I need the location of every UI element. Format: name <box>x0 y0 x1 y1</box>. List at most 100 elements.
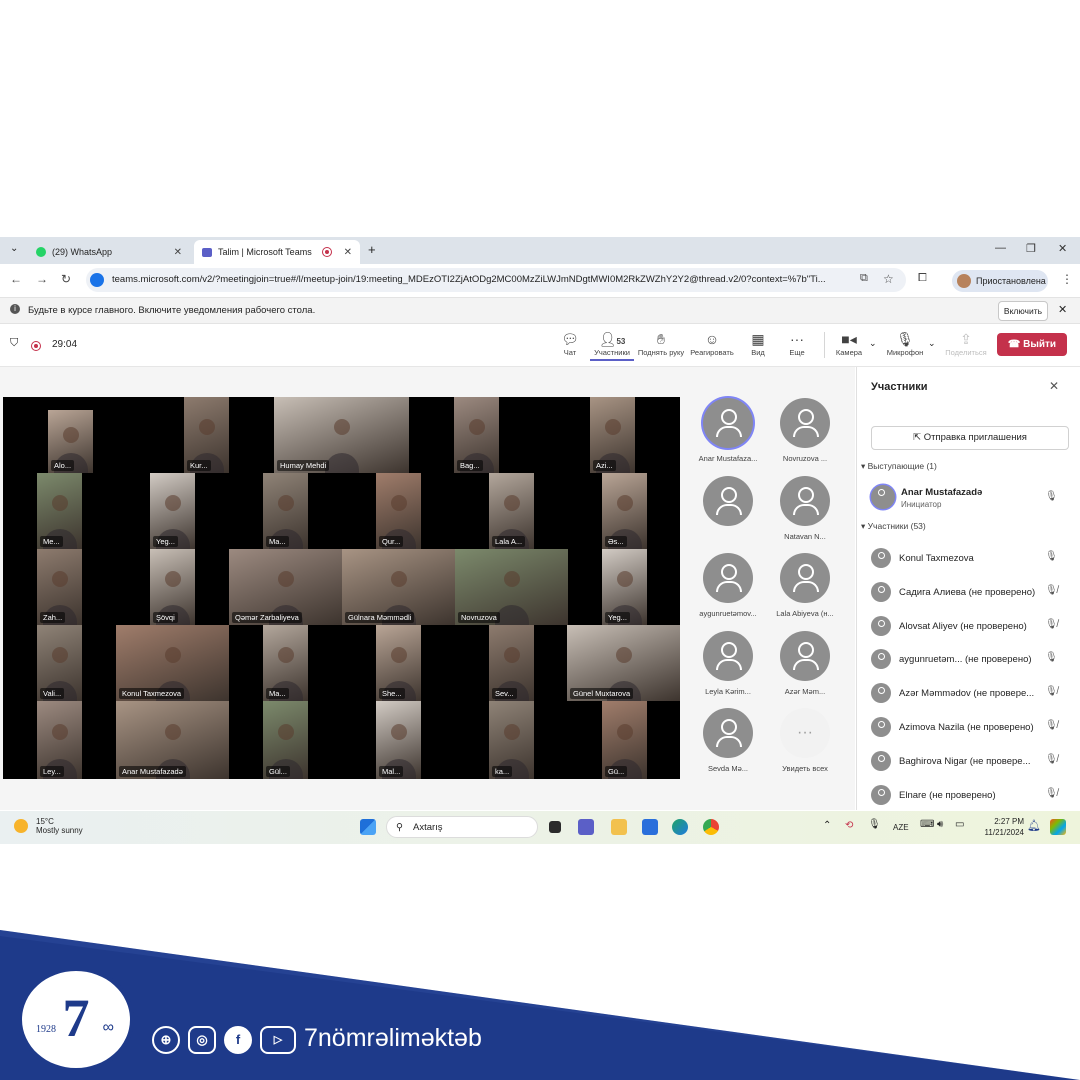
participants-button[interactable]: 👤︎53 Участники <box>590 331 634 361</box>
close-tab-icon[interactable]: ✕ <box>174 247 182 258</box>
close-panel-icon[interactable]: ✕ <box>1049 379 1059 393</box>
edge-icon[interactable] <box>672 819 688 835</box>
leave-button[interactable]: ☎︎ Выйти <box>997 333 1067 356</box>
video-tile[interactable]: Me... <box>37 473 82 549</box>
restore-icon[interactable]: ❐ <box>1026 242 1036 255</box>
url-field[interactable]: teams.microsoft.com/v2/?meetingjoin=true… <box>86 268 906 292</box>
notification-bell-icon[interactable]: 🔔︎ <box>1027 819 1041 832</box>
video-tile[interactable]: Alo... <box>48 410 93 473</box>
mic-options-chevron-icon[interactable]: ⌄ <box>928 338 936 349</box>
chrome-icon[interactable] <box>703 819 719 835</box>
avatar-tile[interactable]: Azər Məm... <box>768 631 842 696</box>
video-tile[interactable]: Gü... <box>602 701 647 779</box>
store-icon[interactable] <box>642 819 658 835</box>
reload-icon[interactable]: ↻ <box>61 272 71 286</box>
react-button[interactable]: ☺ Реагировать <box>690 331 734 357</box>
chat-button[interactable]: 💬︎ Чат <box>548 331 592 357</box>
tab-list-chevron-icon[interactable]: ⌄ <box>10 243 18 254</box>
site-info-icon[interactable] <box>90 273 104 287</box>
battery-icon[interactable]: ▭ <box>955 819 964 830</box>
avatar-tile[interactable]: aygunruetəmov... <box>691 553 765 618</box>
avatar-tile[interactable]: Anar Mustafaza... <box>691 398 765 463</box>
install-app-icon[interactable]: ⧉ <box>860 272 868 285</box>
bookmark-star-icon[interactable]: ☆ <box>883 272 894 286</box>
presenter-row[interactable]: Anar Mustafazadə Инициатор 🎙︎ <box>871 485 1071 515</box>
video-tile[interactable]: Konul Taxmezova <box>116 625 229 701</box>
video-tile[interactable]: Sev... <box>489 625 534 701</box>
video-tile[interactable]: ka... <box>489 701 534 779</box>
windows-start-icon[interactable] <box>360 819 376 835</box>
presenters-header[interactable]: ▾ Выступающие (1) <box>861 461 937 472</box>
avatar-tile[interactable]: Leyla Kərim... <box>691 631 765 696</box>
attendee-row[interactable]: aygunruetəm... (не проверено) 🎙︎ <box>871 649 1071 671</box>
volume-icon[interactable]: 🔊︎ <box>937 819 943 830</box>
video-tile[interactable]: Gülnara Məmmədli <box>342 549 455 625</box>
language-indicator[interactable]: AZE <box>893 823 909 832</box>
close-window-icon[interactable]: ✕ <box>1058 242 1067 255</box>
close-notification-icon[interactable]: ✕ <box>1058 303 1067 316</box>
share-button[interactable]: ⇪ Поделиться <box>944 331 988 357</box>
video-tile[interactable]: Ma... <box>263 625 308 701</box>
video-tile[interactable]: Yeg... <box>602 549 647 625</box>
enable-notifications-button[interactable]: Включить <box>998 301 1048 321</box>
video-tile[interactable]: Vali... <box>37 625 82 701</box>
video-tile[interactable]: Novruzova <box>455 549 568 625</box>
video-tile[interactable]: She... <box>376 625 421 701</box>
video-tile[interactable]: Gül... <box>263 701 308 779</box>
back-icon[interactable]: ← <box>10 272 22 286</box>
video-tile[interactable]: Zah... <box>37 549 82 625</box>
attendee-row[interactable]: Azər Məmmədov (не провере... 🎙︎̸ <box>871 683 1071 705</box>
task-view-icon[interactable] <box>549 821 561 833</box>
attendee-row[interactable]: Alovsat Aliyev (не проверено) 🎙︎̸ <box>871 615 1071 638</box>
taskbar-search[interactable]: ⚲ Axtarış <box>386 816 538 838</box>
menu-dots-icon[interactable]: ⋮ <box>1061 272 1073 286</box>
file-explorer-icon[interactable] <box>611 819 627 835</box>
attendee-row[interactable]: Baghirova Nigar (не провере... 🎙︎̸ <box>871 750 1071 773</box>
video-tile[interactable]: Kur... <box>184 397 229 473</box>
globe-icon[interactable]: ⊕ <box>152 1026 180 1054</box>
network-icon[interactable]: ⌨︎ <box>920 819 934 830</box>
more-button[interactable]: ··· Еще <box>775 331 819 357</box>
attendee-row[interactable]: Садига Алиева (не проверено) 🎙︎̸ <box>871 581 1071 604</box>
youtube-icon[interactable]: ▷ <box>260 1026 296 1054</box>
video-tile[interactable]: Qur... <box>376 473 421 549</box>
avatar-tile[interactable]: Novruzova ... <box>768 398 842 463</box>
clock[interactable]: 2:27 PM 11/21/2024 <box>976 816 1024 838</box>
tray-chevron-icon[interactable]: ⌃ <box>823 820 831 831</box>
microphone-button[interactable]: 🎙︎ Микрофон <box>883 331 927 357</box>
tab-whatsapp[interactable]: (29) WhatsApp ✕ <box>28 240 190 264</box>
video-tile[interactable]: Lala A... <box>489 473 534 549</box>
attendee-row[interactable]: Konul Taxmezova 🎙︎ <box>871 548 1071 570</box>
see-all-tile[interactable]: ··· Увидеть всех <box>768 708 842 773</box>
video-tile[interactable]: Günel Muxtarova <box>567 625 680 701</box>
video-tile[interactable]: Ma... <box>263 473 308 549</box>
camera-button[interactable]: ■◂ Камера <box>827 331 871 357</box>
video-tile[interactable]: Mal... <box>376 701 421 779</box>
forward-icon[interactable]: → <box>36 272 48 286</box>
video-tile[interactable]: Əs... <box>602 473 647 549</box>
avatar-tile[interactable]: Lala Abiyeva (н... <box>768 553 842 618</box>
avatar-tile[interactable]: Natavan N... <box>768 476 842 541</box>
raise-hand-button[interactable]: ✋︎ Поднять руку <box>634 331 688 357</box>
instagram-icon[interactable]: ◎ <box>188 1026 216 1054</box>
tab-teams[interactable]: Talim | Microsoft Teams ✕ <box>194 240 360 264</box>
attendees-header[interactable]: ▾ Участники (53) <box>861 521 926 532</box>
shield-icon[interactable]: ⛉ <box>10 337 18 350</box>
video-tile[interactable]: Ley... <box>37 701 82 779</box>
avatar-tile[interactable] <box>691 476 765 532</box>
extensions-icon[interactable]: ⧠ <box>918 272 927 285</box>
attendee-row[interactable]: Elnare (не проверено) 🎙︎̸ <box>871 784 1071 807</box>
video-tile[interactable]: Qəmər Zarbaliyeva <box>229 549 342 625</box>
video-tile[interactable]: Anar Mustafazadə <box>116 701 229 779</box>
copilot-icon[interactable] <box>1050 819 1066 835</box>
new-tab-icon[interactable]: + <box>368 242 376 257</box>
close-tab-icon[interactable]: ✕ <box>344 247 352 258</box>
weather-widget[interactable]: 15°C Mostly sunny <box>14 817 83 835</box>
video-tile[interactable]: Humay Mehdi <box>274 397 409 473</box>
teams-app-icon[interactable] <box>578 819 594 835</box>
sync-icon[interactable]: ⟲ <box>845 820 853 831</box>
video-tile[interactable]: Yeg... <box>150 473 195 549</box>
view-button[interactable]: ▦ Вид <box>736 331 780 357</box>
video-tile[interactable]: Azi... <box>590 397 635 473</box>
facebook-icon[interactable]: f <box>224 1026 252 1054</box>
